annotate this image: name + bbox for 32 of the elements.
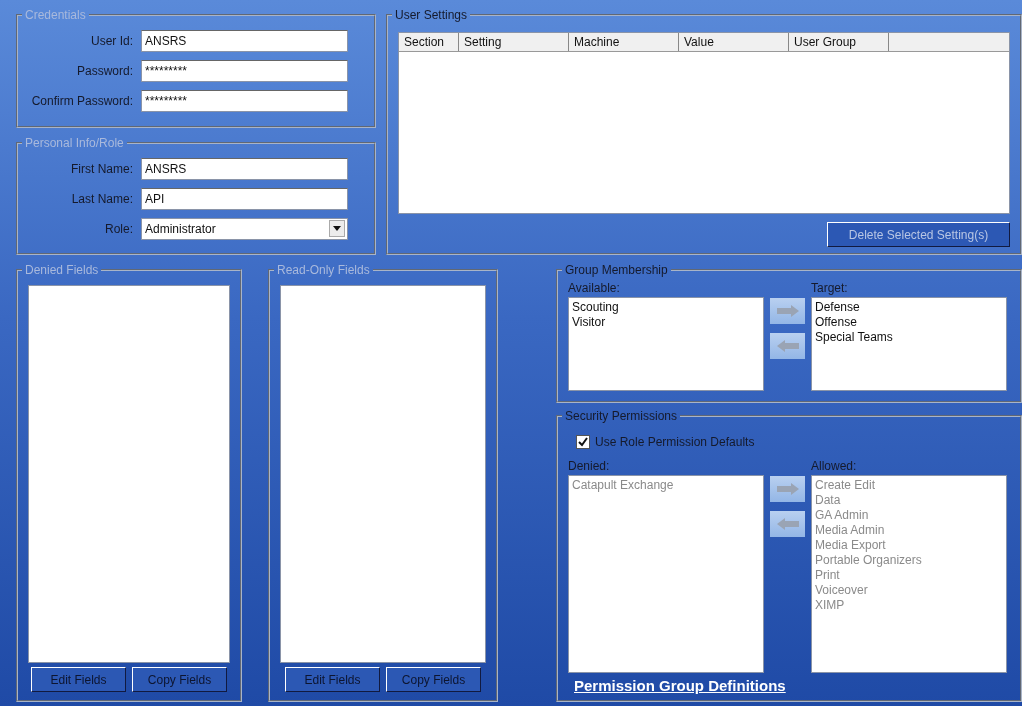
field-label: User Id:	[90, 34, 133, 48]
settings-table[interactable]: Section Setting Machine Value User Group	[398, 32, 1010, 214]
group-title: Credentials	[24, 8, 87, 22]
column-header[interactable]: Setting	[459, 33, 569, 51]
list-item[interactable]: Defense	[815, 300, 1003, 315]
group-title: Security Permissions	[564, 409, 679, 423]
field-label: Confirm Password:	[30, 94, 133, 108]
list-label: Available:	[568, 281, 621, 295]
column-header[interactable]: Value	[679, 33, 789, 51]
list-item[interactable]: Scouting	[572, 300, 760, 315]
group-title: User Settings	[394, 8, 469, 22]
list-box[interactable]: Scouting Visitor	[568, 297, 764, 391]
column-header[interactable]: Machine	[569, 33, 679, 51]
column-header[interactable]: Section	[399, 33, 459, 51]
field-label: Password:	[75, 64, 133, 78]
list-label: Allowed:	[811, 459, 858, 473]
list-label: Denied:	[568, 459, 611, 473]
group-title: Denied Fields	[24, 263, 100, 277]
group-title: Group Membership	[564, 263, 669, 277]
field-label: Role:	[104, 221, 133, 236]
list-item[interactable]: Offense	[815, 315, 1003, 330]
list-label: Target:	[811, 281, 849, 295]
group-title: Read-Only Fields	[276, 263, 371, 277]
field-label: Last Name:	[70, 191, 133, 206]
list-item[interactable]: Special Teams	[815, 330, 1003, 345]
definitions-link[interactable]: Permission Group Definitions	[574, 677, 786, 694]
checkbox-label: Use Role Permission Defaults	[595, 435, 755, 449]
list-box[interactable]: Defense Offense Special Teams	[811, 297, 1007, 391]
field-label: First Name:	[70, 161, 133, 176]
list-item[interactable]: Visitor	[572, 315, 760, 330]
column-header[interactable]: User Group	[789, 33, 889, 51]
group-title: Personal Info/Role	[24, 135, 125, 150]
